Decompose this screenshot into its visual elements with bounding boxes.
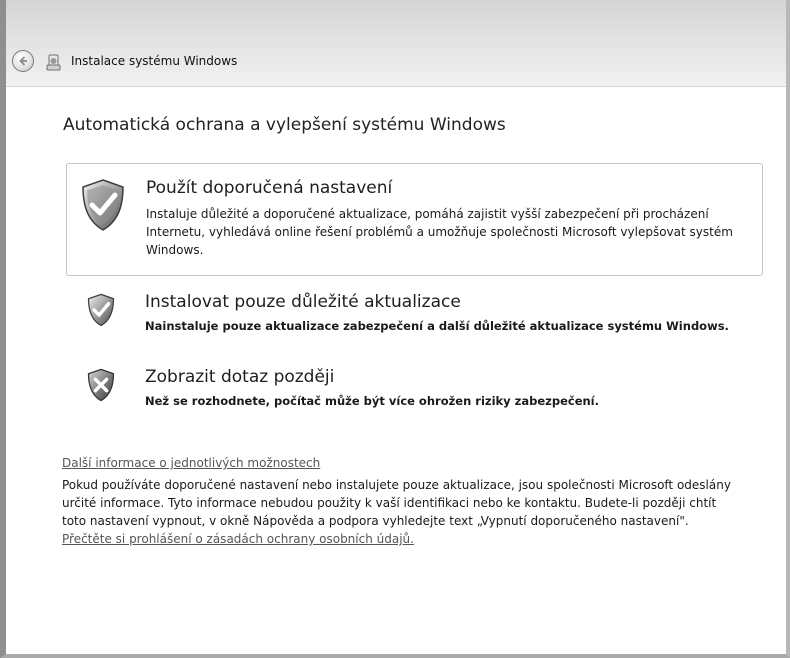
option-recommended-settings[interactable]: Použít doporučená nastavení Instaluje dů…: [66, 163, 763, 276]
option-description: Než se rozhodnete, počítač může být více…: [145, 394, 599, 408]
arrow-left-icon: [19, 56, 27, 66]
shield-x-icon: [87, 368, 115, 402]
option-important-updates-only[interactable]: Instalovat pouze důležité aktualizace Na…: [66, 290, 763, 350]
info-paragraph: Pokud používáte doporučené nastavení neb…: [62, 478, 731, 528]
back-button[interactable]: [12, 50, 34, 72]
content-area: Automatická ochrana a vylepšení systému …: [6, 87, 786, 654]
privacy-statement-link[interactable]: Přečtěte si prohlášení o zásadách ochran…: [62, 532, 414, 546]
setup-window: Instalace systému Windows Automatická oc…: [0, 0, 790, 658]
page-heading: Automatická ochrana a vylepšení systému …: [63, 115, 506, 135]
shield-check-icon: [87, 293, 115, 327]
shield-check-icon: [82, 179, 124, 231]
option-description: Instaluje důležité a doporučené aktualiz…: [146, 207, 733, 257]
title-bar: Instalace systému Windows: [6, 0, 786, 87]
option-title: Použít doporučená nastavení: [146, 178, 393, 198]
window-title: Instalace systému Windows: [71, 54, 238, 68]
windows-setup-icon: [46, 54, 61, 71]
more-info-link[interactable]: Další informace o jednotlivých možnostec…: [62, 456, 320, 470]
option-title: Zobrazit dotaz později: [145, 367, 335, 387]
option-title: Instalovat pouze důležité aktualizace: [145, 292, 461, 312]
privacy-info-text: Pokud používáte doporučené nastavení neb…: [62, 476, 742, 548]
option-ask-later[interactable]: Zobrazit dotaz později Než se rozhodnete…: [66, 365, 763, 425]
option-description: Nainstaluje pouze aktualizace zabezpečen…: [145, 319, 729, 333]
